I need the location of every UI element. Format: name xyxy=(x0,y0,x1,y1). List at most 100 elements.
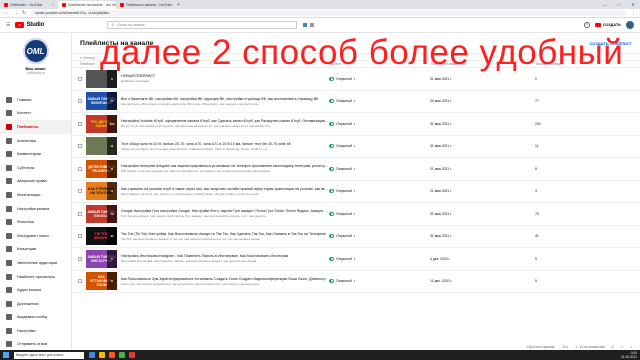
playlist-title[interactable]: Тик Ток (Tik Tok) Настройки, Как Восстан… xyxy=(121,232,329,236)
new-playlist-button[interactable]: СОЗДАТЬ ПЛЕЙЛИСТ xyxy=(589,41,632,46)
taskbar-app-icon[interactable] xyxy=(119,352,125,358)
sidebar-item[interactable]: Аналитика xyxy=(0,134,71,148)
table-row[interactable]: TIK TOK АККАУНТ 41 Тик Ток (Tik Tok) Настр… xyxy=(72,226,640,248)
playlist-title[interactable]: Настройка Youtube Ютуб, оформление канал… xyxy=(121,119,329,123)
playlist-title[interactable]: Настройка Инстаграм Instagram , Как Поме… xyxy=(121,254,329,258)
sidebar-item[interactable]: Комментарии xyxy=(0,147,71,161)
sidebar-item[interactable]: Плейлисты xyxy=(0,120,71,134)
sidebar-item[interactable]: Авторские права xyxy=(0,175,71,189)
column-header-visibility[interactable]: Доступ xyxy=(330,62,431,66)
column-header-playlist[interactable]: Плейлист xyxy=(72,62,330,66)
taskbar-search[interactable]: Введите здесь текст для поиска xyxy=(14,351,84,359)
table-row[interactable]: ЗАБЫЛ ПАРОЛЬ ИНСТАГРАМ 5 Настройка Инстагр… xyxy=(72,248,640,271)
url-field[interactable]: studio.youtube.com/channel/UCw...cLsA/pl… xyxy=(30,10,627,16)
filter-input[interactable]: Фильтр xyxy=(83,56,95,60)
minimize-icon[interactable]: — xyxy=(598,0,612,9)
first-page-icon[interactable]: |< xyxy=(612,345,615,349)
sidebar-item[interactable]: Монетизация xyxy=(0,188,71,202)
sidebar-item[interactable]: Главная xyxy=(0,93,71,107)
taskbar-app-icon[interactable] xyxy=(129,352,135,358)
filter-bar[interactable]: ≡ Фильтр xyxy=(72,53,640,61)
column-header-updated[interactable]: Последнее изменение xyxy=(431,62,536,66)
playlist-thumbnail[interactable]: ЗАБЫЛ ПАРОЛЬ ВКОНТАКТЕ 77 xyxy=(86,92,117,111)
playlist-thumbnail[interactable]: TIK TOK АККАУНТ 41 xyxy=(86,227,117,246)
playlist-thumbnail[interactable]: ЧТО ДЕЛАТЬ КАНАЛ 204 xyxy=(86,114,117,133)
browser-tab[interactable]: Плейлисты на канале - YouTube× xyxy=(58,1,116,9)
sidebar-item[interactable]: Увеличение аудитории xyxy=(0,256,71,270)
table-row[interactable]: ДЕТЕКТИВНО В TELEGRAM 8 Настройки телеграм… xyxy=(72,158,640,181)
playlist-thumbnail[interactable]: КАК УСТАНОВИТЬ ZOOM 5 xyxy=(86,272,117,291)
visibility-select[interactable]: Открытый ▾ xyxy=(329,121,430,126)
row-checkbox[interactable] xyxy=(78,76,82,81)
back-icon[interactable]: ← xyxy=(4,10,9,16)
row-checkbox[interactable] xyxy=(78,166,82,171)
playlist-thumbnail[interactable]: КАК СТРИМИТЬ НА YOUTUBE 3 xyxy=(86,182,117,201)
row-checkbox[interactable] xyxy=(78,256,82,261)
hamburger-menu-icon[interactable]: ☰ xyxy=(6,22,10,28)
sidebar-item[interactable]: Настройка канала xyxy=(0,202,71,216)
playlist-thumbnail[interactable]: ЗАБЫЛ ПАРОЛЬ ИНСТАГРАМ 5 xyxy=(86,249,117,268)
taskbar-app-icon[interactable] xyxy=(89,352,95,358)
search-box[interactable]: ⚲ Поиск на канале xyxy=(107,21,298,29)
windows-start-icon[interactable] xyxy=(3,352,9,358)
search-input[interactable]: Поиск на канале xyxy=(117,23,145,27)
account-avatar[interactable] xyxy=(626,21,634,29)
sidebar-item[interactable]: Настройки xyxy=(0,324,71,338)
table-row[interactable]: 0 НОВЫЙ ПЛЕЙЛИСТ Добавить описание Открытый… xyxy=(72,68,640,91)
playlist-title[interactable]: Как стримить на youtube ютуб и также чер… xyxy=(121,187,329,191)
playlist-thumbnail[interactable]: ДЕТЕКТИВНО В TELEGRAM 8 xyxy=(86,159,117,178)
visibility-select[interactable]: Открытый ▾ xyxy=(329,76,430,81)
table-row[interactable]: ЗАБЫЛ ПАРОЛЬ GOOGLE 79 Google Настройка Гу… xyxy=(72,203,640,226)
studio-logo[interactable]: Studio xyxy=(15,22,95,28)
playlist-thumbnail[interactable]: ЗАБЫЛ ПАРОЛЬ GOOGLE 79 xyxy=(86,204,117,223)
playlist-title[interactable]: Тест обзор зола mi 10 lit, tantum 20-70,… xyxy=(121,142,329,146)
browser-tab[interactable]: OnlMovies - YouTube × xyxy=(0,1,58,9)
list-icon[interactable] xyxy=(310,23,315,27)
visibility-select[interactable]: Открытый ▾ xyxy=(329,234,430,239)
visibility-select[interactable]: Открытый ▾ xyxy=(329,256,430,261)
row-checkbox[interactable] xyxy=(78,211,82,216)
prev-page-icon[interactable]: < xyxy=(621,345,623,349)
row-checkbox[interactable] xyxy=(78,99,82,104)
close-tab-icon[interactable]: × xyxy=(52,1,54,9)
table-row[interactable]: ЧТО ДЕЛАТЬ КАНАЛ 204 Настройка Youtube Юту… xyxy=(72,113,640,136)
sidebar-item[interactable]: Аудио канала xyxy=(0,283,71,297)
table-row[interactable]: ЗАБЫЛ ПАРОЛЬ ВКОНТАКТЕ 77 Все о Вконтакте … xyxy=(72,91,640,113)
sidebar-item[interactable]: Академия сообщ xyxy=(0,311,71,325)
playlist-title[interactable]: Все о Вконтакте ВК, настройки ВК, настро… xyxy=(121,97,329,101)
grid-icon[interactable] xyxy=(303,23,308,27)
playlist-title[interactable]: Как Пользоваться Зум Зарегистрироваться … xyxy=(121,277,329,281)
system-clock[interactable]: 0:00 01.06.2021 xyxy=(621,351,637,359)
reload-icon[interactable]: ↻ xyxy=(22,10,26,16)
create-button[interactable]: СОЗДАТЬ xyxy=(594,23,621,27)
forward-icon[interactable]: → xyxy=(13,10,18,16)
playlist-title[interactable]: НОВЫЙ ПЛЕЙЛИСТ xyxy=(121,74,329,78)
next-page-icon[interactable]: > xyxy=(630,345,632,349)
visibility-select[interactable]: Открытый ▾ xyxy=(329,99,430,104)
help-icon[interactable]: ? xyxy=(583,22,590,28)
playlist-title[interactable]: Google Настройка Гугл настройки Google, … xyxy=(121,209,329,213)
taskbar-app-icon[interactable] xyxy=(99,352,105,358)
maximize-icon[interactable]: □ xyxy=(612,0,626,9)
row-checkbox[interactable] xyxy=(78,189,82,194)
sidebar-item[interactable]: Концепции xyxy=(0,243,71,257)
sidebar-item[interactable]: Достижения xyxy=(0,297,71,311)
sidebar-item[interactable]: Наиболее просмотры xyxy=(0,270,71,284)
table-row[interactable]: КАК УСТАНОВИТЬ ZOOM 5 Как Пользоваться Зум… xyxy=(72,271,640,293)
row-checkbox[interactable] xyxy=(78,144,82,149)
column-header-count[interactable]: Количество видео xyxy=(536,62,626,66)
row-checkbox[interactable] xyxy=(78,279,82,284)
close-window-icon[interactable]: ✕ xyxy=(626,0,640,9)
sidebar-item[interactable]: Контент xyxy=(0,107,71,121)
visibility-select[interactable]: Открытый ▾ xyxy=(329,211,430,216)
row-checkbox[interactable] xyxy=(78,234,82,239)
playlist-title[interactable]: Настройки телеграм telegram как зарегист… xyxy=(121,164,329,168)
visibility-select[interactable]: Открытый ▾ xyxy=(329,166,430,171)
playlist-thumbnail[interactable]: 11 xyxy=(86,137,117,156)
row-checkbox[interactable] xyxy=(78,121,82,126)
sidebar-item[interactable]: Инструмент поиск xyxy=(0,229,71,243)
taskbar-app-icon[interactable] xyxy=(109,352,115,358)
new-tab-button[interactable]: + xyxy=(174,1,183,9)
browser-tab[interactable]: Плейлисты канала - YouTube× xyxy=(116,1,174,9)
visibility-select[interactable]: Открытый ▾ xyxy=(329,279,430,284)
